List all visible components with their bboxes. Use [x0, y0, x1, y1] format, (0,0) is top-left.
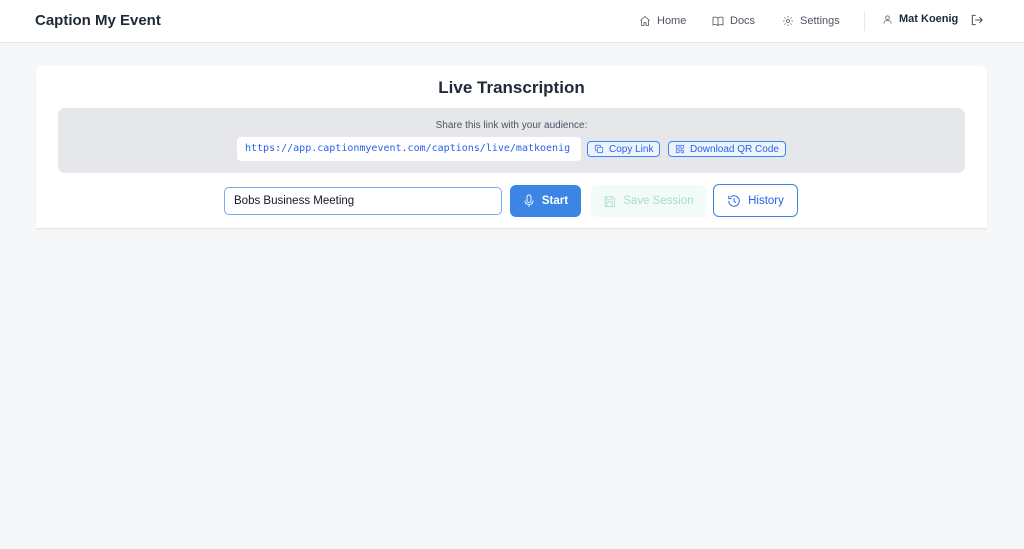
start-button[interactable]: Start	[510, 185, 581, 217]
history-button[interactable]: History	[713, 184, 798, 217]
top-navbar: Caption My Event Home Docs Settings Mat …	[0, 0, 1024, 43]
app-title[interactable]: Caption My Event	[35, 12, 161, 29]
session-name-input[interactable]	[224, 187, 502, 215]
nav-docs[interactable]: Docs	[712, 13, 755, 29]
logout-icon	[971, 14, 983, 26]
page-title: Live Transcription	[438, 78, 585, 97]
nav-home[interactable]: Home	[639, 13, 686, 29]
download-qr-label: Download QR Code	[690, 143, 779, 155]
history-icon	[728, 194, 740, 207]
save-session-label: Save Session	[623, 195, 694, 207]
copy-link-label: Copy Link	[609, 143, 654, 155]
qr-code-icon	[675, 144, 685, 154]
user-name: Mat Koenig	[899, 13, 959, 25]
user-menu[interactable]: Mat Koenig	[882, 13, 958, 25]
nav-divider	[864, 11, 865, 31]
share-url-field[interactable]: https://app.captionmyevent.com/captions/…	[237, 137, 581, 161]
copy-icon	[594, 144, 604, 154]
nav-home-label: Home	[657, 15, 687, 27]
book-icon	[712, 16, 724, 26]
download-qr-button[interactable]: Download QR Code	[668, 141, 786, 157]
save-icon	[605, 195, 616, 207]
transcription-card: Live Transcription Share this link with …	[36, 66, 987, 229]
user-icon	[883, 14, 892, 24]
home-icon	[640, 15, 650, 26]
share-label: Share this link with your audience:	[435, 120, 588, 131]
nav-docs-label: Docs	[730, 15, 756, 27]
logout-button[interactable]	[970, 13, 984, 27]
microphone-icon	[524, 194, 534, 207]
nav-settings-label: Settings	[800, 15, 840, 27]
share-panel: Share this link with your audience: http…	[58, 108, 965, 173]
gear-icon	[783, 16, 793, 26]
history-label: History	[748, 194, 784, 207]
save-session-button[interactable]: Save Session	[591, 185, 706, 217]
start-label: Start	[541, 195, 569, 207]
nav-settings[interactable]: Settings	[782, 13, 840, 29]
copy-link-button[interactable]: Copy Link	[587, 141, 661, 157]
